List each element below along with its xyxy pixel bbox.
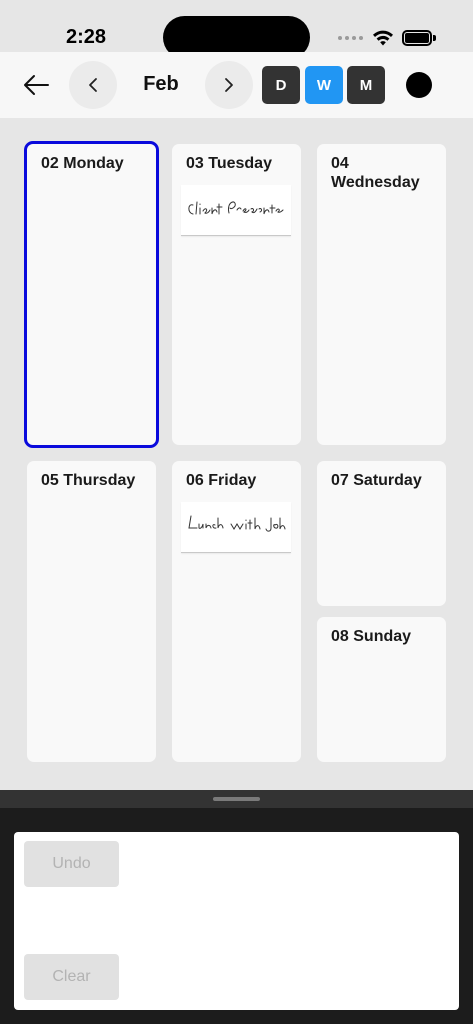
handwritten-note[interactable]: [181, 502, 291, 553]
drawing-panel: Undo Clear: [0, 808, 473, 1024]
status-icons: [338, 28, 436, 48]
week-grid: 02 Monday 03 Tuesday 04 Wednesday 05 Thu…: [0, 118, 473, 790]
chevron-left-icon: [89, 78, 97, 92]
day-view-button[interactable]: D: [262, 66, 300, 104]
day-title: 07 Saturday: [331, 472, 422, 489]
next-month-button[interactable]: [205, 61, 253, 109]
day-card-thursday[interactable]: 05 Thursday: [27, 461, 156, 762]
day-title: 02 Monday: [41, 155, 124, 172]
week-view-button[interactable]: W: [305, 66, 343, 104]
sheet-drag-bar[interactable]: [0, 790, 473, 808]
handwriting-lunch-with-john: [188, 515, 286, 532]
pen-color-picker[interactable]: [406, 72, 432, 98]
drawing-canvas[interactable]: Undo Clear: [14, 832, 459, 1010]
drag-handle[interactable]: [213, 797, 260, 801]
previous-month-button[interactable]: [69, 61, 117, 109]
chevron-right-icon: [225, 78, 233, 92]
day-card-saturday[interactable]: 07 Saturday: [317, 461, 446, 606]
day-title: 03 Tuesday: [186, 155, 272, 172]
day-card-sunday[interactable]: 08 Sunday: [317, 617, 446, 762]
calendar-header: Feb D W M: [0, 52, 473, 118]
back-button[interactable]: [16, 65, 56, 105]
day-card-monday[interactable]: 02 Monday: [24, 141, 159, 448]
status-time: 2:28: [66, 26, 107, 48]
day-title: 08 Sunday: [331, 628, 412, 645]
month-label: Feb: [143, 73, 179, 95]
arrow-left-icon: [24, 75, 49, 95]
month-view-button[interactable]: M: [347, 66, 385, 104]
day-title: 06 Friday: [186, 472, 257, 489]
clear-button[interactable]: Clear: [24, 954, 119, 1000]
day-card-wednesday[interactable]: 04 Wednesday: [317, 144, 446, 445]
status-bar: 2:28: [0, 0, 473, 59]
undo-button[interactable]: Undo: [24, 841, 119, 887]
day-title: 05 Thursday: [41, 472, 136, 489]
handwriting-client-presentation: [188, 201, 284, 215]
day-title: 04 Wednesday: [331, 155, 420, 191]
day-card-tuesday[interactable]: 03 Tuesday: [172, 144, 301, 445]
handwritten-note[interactable]: [181, 185, 291, 236]
cellular-signal-icon: [338, 36, 363, 40]
day-card-friday[interactable]: 06 Friday: [172, 461, 301, 762]
wifi-icon: [373, 30, 393, 46]
battery-icon: [402, 30, 436, 46]
